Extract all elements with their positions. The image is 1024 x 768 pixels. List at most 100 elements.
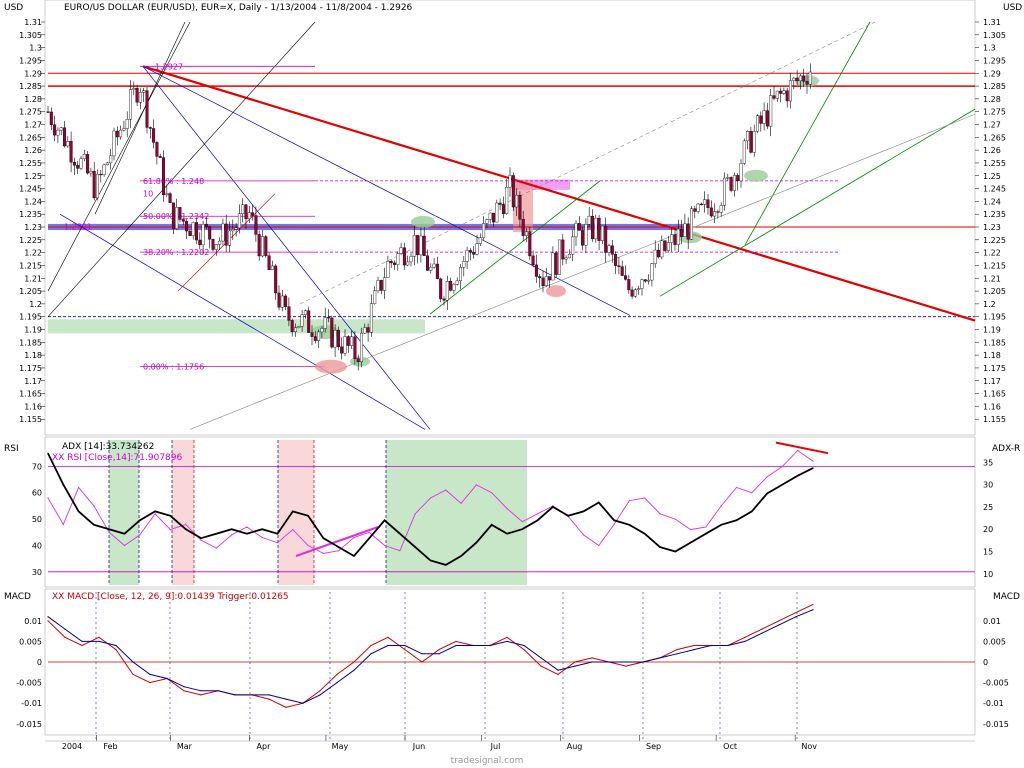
candle-body	[640, 279, 644, 289]
candle-body	[468, 250, 472, 253]
candle-body	[482, 223, 486, 238]
candle-body	[386, 261, 390, 278]
candle-body	[317, 331, 321, 341]
rsi-tick-label: 60	[32, 489, 42, 498]
candle-body	[280, 295, 284, 308]
rsi-line-point	[307, 544, 309, 547]
y-tick-label-left: 1.17	[24, 377, 42, 386]
candle-body	[257, 234, 261, 257]
candle-body	[581, 230, 585, 246]
candle-body	[327, 317, 331, 319]
candle-body	[175, 207, 179, 229]
candle-body	[597, 217, 601, 241]
y-tick-label-right: 1.27	[983, 121, 1001, 130]
y-tick-label-left: 1.22	[24, 249, 42, 258]
candle-body	[178, 207, 182, 220]
candle-body	[478, 237, 482, 244]
rsi-tick-label: 40	[32, 541, 42, 550]
adx-line-point	[659, 546, 661, 548]
candle-body	[53, 124, 57, 136]
rsi-line-point	[261, 536, 263, 539]
candle-body	[739, 163, 743, 182]
trigger-line-point	[404, 644, 406, 647]
candle-body	[465, 250, 469, 262]
candle-body	[686, 223, 690, 240]
trigger-line-point	[659, 657, 661, 659]
candle-body	[264, 236, 268, 256]
candle-body	[630, 289, 634, 297]
y-tick-label-right: 1.185	[983, 338, 1006, 347]
candle-body	[647, 279, 651, 282]
candle-body	[521, 219, 525, 236]
y-tick-label-left: 1.31	[24, 18, 42, 27]
candle-body	[389, 261, 393, 264]
candle-body	[716, 211, 720, 213]
candle-body	[211, 239, 215, 250]
rsi-line-point	[521, 521, 523, 523]
macd-line-point	[336, 673, 338, 676]
candle-body	[152, 128, 156, 143]
y-tick-label-right: 1.205	[983, 287, 1006, 296]
macd-tick-label-right: -0.01	[983, 699, 1004, 708]
y-tick-label-right: 1.23	[983, 223, 1001, 232]
y-tick-label-right: 1.17	[983, 377, 1001, 386]
candle-body	[759, 115, 763, 124]
candle-body	[267, 255, 271, 270]
adx-tick-label: 20	[983, 525, 993, 534]
adx-tick-label: 35	[983, 458, 993, 467]
candle-body	[680, 228, 684, 237]
rsi-line-point	[537, 513, 539, 515]
y-tick-label-left: 1.19	[24, 326, 42, 335]
macd-line-point	[506, 636, 508, 638]
y-tick-label-left: 1.3	[29, 44, 42, 53]
candle-body	[435, 263, 439, 280]
candle-body	[251, 212, 255, 216]
candle-body	[676, 228, 680, 245]
candle-body	[696, 203, 700, 212]
adx-line-point	[567, 515, 569, 517]
candle-body	[683, 223, 687, 237]
rsi-line-point	[399, 550, 401, 552]
y-tick-label-left: 1.265	[19, 133, 42, 142]
trigger-line-point	[115, 644, 117, 647]
candle-body	[171, 202, 175, 229]
candle-body	[419, 235, 423, 256]
adx-line-point	[108, 528, 110, 530]
highlight-ellipse	[315, 359, 347, 374]
macd-line-point	[625, 665, 627, 667]
x-tick-label: Oct	[723, 742, 737, 751]
y-tick-label-right: 1.2	[983, 300, 996, 309]
y-tick-label-left: 1.28	[24, 95, 42, 104]
adx-line-point	[261, 528, 263, 530]
candle-body	[666, 242, 670, 251]
footer-credit: tradesignal.com	[451, 756, 524, 766]
y-tick-label-right: 1.16	[983, 402, 1001, 411]
candle-body	[270, 265, 274, 270]
adx-line-point	[537, 519, 539, 521]
macd-line-point	[64, 636, 66, 638]
rsi-line-point	[384, 544, 386, 547]
candle-body	[525, 231, 529, 236]
rsi-line-point	[690, 529, 692, 531]
candle-body	[765, 110, 769, 127]
adx-line-point	[506, 533, 508, 535]
candle-body	[185, 221, 189, 232]
fib-label-618: 61.80% : 1.248	[143, 177, 204, 186]
adx-line-point	[628, 524, 631, 526]
fib-label-0: 0.00% : 1.1756	[143, 362, 204, 371]
candle-body	[300, 314, 304, 327]
y-tick-label-left: 1.29	[24, 69, 42, 78]
rsi-line-point	[781, 465, 784, 467]
y-tick-label-right: 1.19	[983, 326, 1001, 335]
macd-legend: XX MACD [Close, 12, 26, 9]:0.01439 Trigg…	[52, 592, 289, 602]
rsi-tick-label: 30	[32, 568, 42, 577]
adx-line-point	[292, 510, 294, 512]
trigger-line-point	[387, 644, 389, 647]
candle-body	[343, 336, 347, 354]
candle-body	[122, 128, 126, 131]
fib-label-382: 38.20% : 1.2202	[143, 248, 209, 257]
candle-body	[699, 203, 703, 206]
candle-body	[353, 336, 357, 359]
y-tick-label-right: 1.25	[983, 172, 1001, 181]
candle-body	[511, 175, 515, 208]
